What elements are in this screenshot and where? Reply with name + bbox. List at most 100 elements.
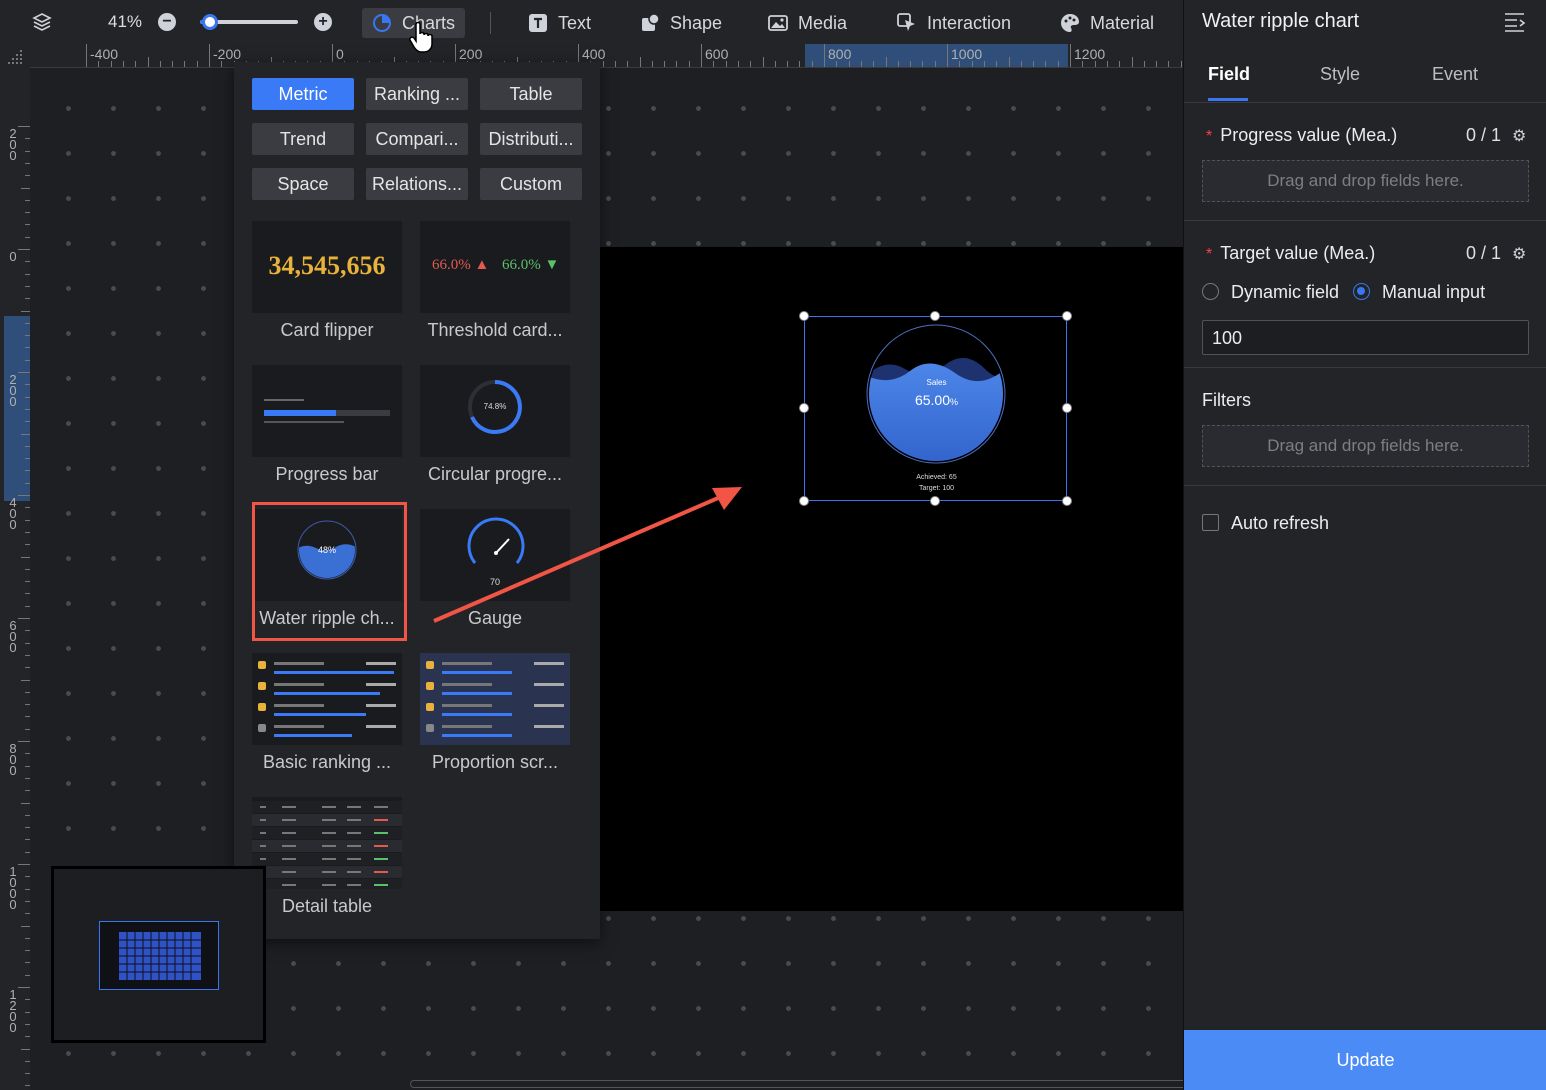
tab-media-label: Media: [798, 12, 848, 33]
ruler-left-tick: [18, 618, 30, 619]
ruler-top[interactable]: -400 -200 0 200 400 600 800 1000 1200: [30, 44, 1183, 68]
table-cell-placeholder: [282, 806, 296, 808]
resize-handle-bottom-right[interactable]: [1062, 496, 1072, 506]
chart-thumb-label[interactable]: Progress bar: [243, 464, 411, 485]
tab-material[interactable]: Material: [1060, 8, 1154, 38]
ruler-top-minor-tick: [996, 61, 998, 67]
table-cell-placeholder: [260, 845, 266, 847]
target-value-input[interactable]: 100: [1202, 320, 1529, 355]
tab-event[interactable]: Event: [1432, 64, 1478, 85]
ruler-top-label: 1000: [951, 46, 983, 62]
tab-media[interactable]: Media: [768, 8, 847, 38]
chart-thumb-label[interactable]: Basic ranking ...: [243, 752, 411, 773]
ranking-value-placeholder: [366, 683, 396, 686]
resize-handle-top-left[interactable]: [799, 311, 809, 321]
ranking-bar: [274, 713, 366, 716]
progress-value-dropzone[interactable]: Drag and drop fields here.: [1202, 160, 1529, 202]
radio-dynamic-field[interactable]: [1202, 283, 1219, 300]
update-button[interactable]: Update: [1184, 1030, 1546, 1090]
ruler-top-minor-tick: [1045, 61, 1047, 67]
auto-refresh-checkbox[interactable]: [1202, 514, 1219, 531]
chart-thumb-card-flipper[interactable]: 34,545,656: [252, 221, 402, 313]
table-cell-placeholder: [347, 884, 361, 886]
resize-handle-bottom[interactable]: [930, 496, 940, 506]
chart-category-3[interactable]: Trend: [252, 123, 354, 155]
ruler-top-label: -200: [213, 46, 242, 62]
tab-text[interactable]: Text: [528, 8, 591, 38]
chart-thumb-progress-bar[interactable]: [252, 365, 402, 457]
panel-title: Water ripple chart: [1202, 10, 1360, 32]
layers-icon[interactable]: [32, 12, 52, 32]
progress-preview-caption: [264, 399, 304, 401]
table-cell-placeholder: [260, 832, 266, 834]
zoom-level-label: 41%: [108, 12, 143, 31]
chart-category-0[interactable]: Metric: [252, 78, 354, 110]
chart-thumb-basic-ranking[interactable]: [252, 653, 402, 745]
required-marker: *: [1206, 246, 1213, 263]
table-cell-placeholder: [282, 832, 296, 834]
resize-handle-top-right[interactable]: [1062, 311, 1072, 321]
target-value-label: * Target value (Mea.): [1206, 243, 1375, 264]
ruler-top-minor-tick: [1168, 61, 1170, 67]
ruler-top-major-tick: [824, 44, 825, 67]
chart-thumb-threshold-card[interactable]: 66.0% ▲ 66.0% ▼: [420, 221, 570, 313]
chart-thumb-label[interactable]: Card flipper: [243, 320, 411, 341]
tab-shape[interactable]: Shape: [640, 8, 722, 38]
horizontal-scrollbar[interactable]: [410, 1080, 1183, 1088]
chart-category-7[interactable]: Relations...: [366, 168, 468, 200]
ranking-bar: [442, 671, 512, 674]
radio-dynamic-field-label: Dynamic field: [1231, 282, 1340, 302]
tab-field[interactable]: Field: [1208, 64, 1250, 85]
tab-interaction[interactable]: Interaction: [897, 8, 1011, 38]
crown-icon: [258, 703, 266, 711]
zoom-in-button[interactable]: +: [314, 13, 332, 31]
ruler-top-minor-tick: [676, 61, 678, 67]
gear-icon[interactable]: ⚙: [1512, 244, 1526, 264]
resize-handle-bottom-left[interactable]: [799, 496, 809, 506]
chart-thumb-detail-table[interactable]: [252, 797, 402, 889]
ruler-top-minor-tick: [1020, 61, 1022, 67]
zoom-out-button[interactable]: −: [158, 13, 176, 31]
resize-handle-right[interactable]: [1062, 403, 1072, 413]
ranking-value-placeholder: [534, 704, 564, 707]
chart-category-8[interactable]: Custom: [480, 168, 582, 200]
chart-thumb-label[interactable]: Proportion scr...: [411, 752, 579, 773]
chart-thumb-label[interactable]: Detail table: [243, 896, 411, 917]
zoom-slider-handle[interactable]: [201, 14, 218, 30]
ruler-top-minor-tick: [664, 61, 666, 67]
filters-label: Filters: [1202, 390, 1251, 410]
chart-thumb-proportion-screen[interactable]: [420, 653, 570, 745]
ruler-left-tick: [18, 126, 30, 127]
crown-icon: [258, 682, 266, 690]
gear-icon[interactable]: ⚙: [1512, 126, 1526, 146]
table-cell-placeholder: [322, 871, 336, 873]
resize-handle-top[interactable]: [930, 311, 940, 321]
collapse-panel-icon[interactable]: [1504, 12, 1526, 37]
resize-handle-left[interactable]: [799, 403, 809, 413]
chart-thumb-circular-progress[interactable]: 74.8%: [420, 365, 570, 457]
table-cell-placeholder: [260, 858, 266, 860]
chart-thumb-label[interactable]: Water ripple ch...: [243, 608, 411, 629]
ruler-top-minor-tick: [971, 61, 973, 67]
ruler-left[interactable]: 200 0 200 400 600 800 1000 1200: [0, 68, 30, 1090]
ruler-top-minor-tick: [860, 61, 862, 67]
ruler-left-tick: [21, 310, 30, 312]
ranking-value-placeholder: [366, 725, 396, 728]
chart-category-6[interactable]: Space: [252, 168, 354, 200]
ranking-value-placeholder: [366, 662, 396, 665]
minimap[interactable]: [51, 866, 266, 1043]
radio-manual-input[interactable]: [1353, 283, 1370, 300]
water-ripple-widget[interactable]: Sales 65.00% Achieved: 65 Target: 100: [799, 311, 1072, 506]
crown-icon: [426, 682, 434, 690]
chart-category-1[interactable]: Ranking ...: [366, 78, 468, 110]
filters-dropzone[interactable]: Drag and drop fields here.: [1202, 425, 1529, 467]
progress-value-label: * Progress value (Mea.): [1206, 125, 1397, 146]
chart-thumb-label[interactable]: Threshold card...: [411, 320, 579, 341]
ruler-top-label: 600: [705, 46, 729, 62]
chart-category-2[interactable]: Table: [480, 78, 582, 110]
ruler-top-minor-tick: [1082, 61, 1084, 67]
tab-style[interactable]: Style: [1320, 64, 1360, 85]
chart-category-5[interactable]: Distributi...: [480, 123, 582, 155]
chart-category-4[interactable]: Compari...: [366, 123, 468, 155]
ranking-text-placeholder: [274, 725, 324, 728]
